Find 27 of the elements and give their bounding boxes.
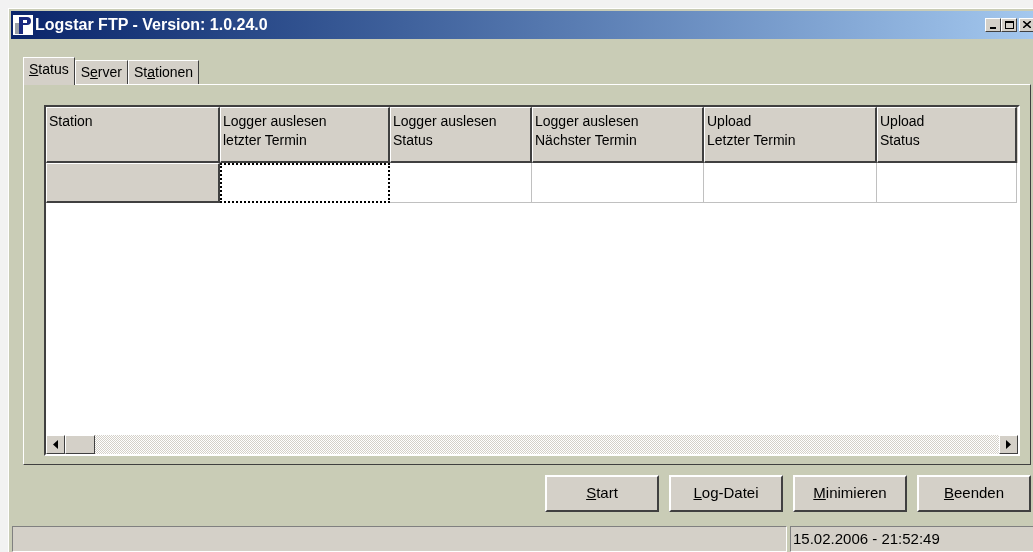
- minimize-button[interactable]: [985, 17, 1001, 32]
- action-button[interactable]: Beenden: [917, 475, 1031, 513]
- horizontal-scrollbar[interactable]: [46, 434, 1018, 454]
- tab[interactable]: Stationen: [127, 59, 200, 84]
- maximize-button[interactable]: [1001, 17, 1017, 32]
- column-header[interactable]: Logger auslesen letzter Termin: [220, 106, 390, 163]
- action-button[interactable]: Minimieren: [793, 475, 907, 513]
- scroll-left-button[interactable]: [46, 434, 65, 454]
- right-arrow-icon: [1006, 439, 1011, 449]
- column-header[interactable]: Upload Status: [877, 106, 1017, 163]
- column-header[interactable]: Upload Letzter Termin: [704, 106, 877, 163]
- row-header[interactable]: [46, 162, 220, 203]
- table-cell[interactable]: [220, 162, 390, 203]
- close-icon: [1023, 21, 1031, 29]
- close-button[interactable]: [1019, 17, 1033, 32]
- tab[interactable]: Server: [74, 59, 128, 84]
- app-icon: [13, 14, 33, 35]
- status-datetime: 15.02.2006 - 21:52:49: [793, 528, 940, 549]
- scroll-right-button[interactable]: [999, 434, 1018, 454]
- action-button[interactable]: Log-Datei: [669, 475, 783, 513]
- column-header[interactable]: Logger auslesen Status: [390, 106, 532, 163]
- tab[interactable]: Status: [23, 56, 75, 85]
- action-button[interactable]: Start: [545, 475, 659, 513]
- left-arrow-icon: [53, 439, 58, 449]
- window-title: Logstar FTP - Version: 1.0.24.0: [35, 14, 268, 35]
- column-header[interactable]: Logger auslesen Nächster Termin: [532, 106, 704, 163]
- scroll-thumb[interactable]: [65, 434, 95, 454]
